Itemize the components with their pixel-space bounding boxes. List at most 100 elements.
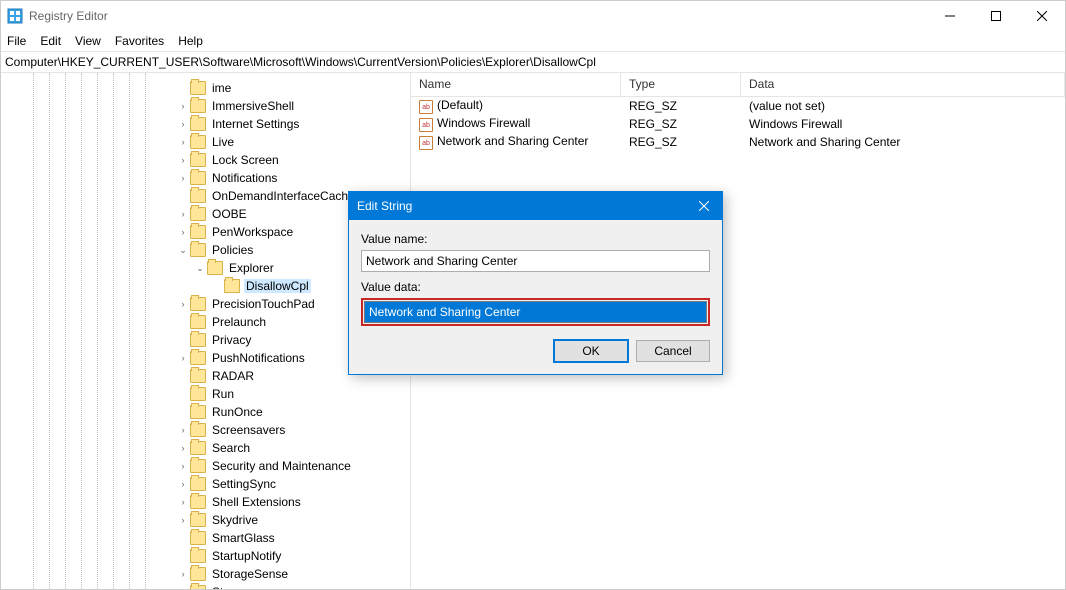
folder-icon (190, 207, 206, 221)
menu-edit[interactable]: Edit (40, 34, 61, 48)
tree-item[interactable]: › Shell Extensions (1, 493, 410, 511)
tree-item-label: Internet Settings (210, 117, 301, 131)
cancel-button[interactable]: Cancel (636, 340, 710, 362)
tree-item[interactable]: StartupNotify (1, 547, 410, 565)
chevron-icon[interactable]: › (176, 425, 190, 435)
value-row[interactable]: abWindows FirewallREG_SZWindows Firewall (411, 115, 1065, 133)
close-button[interactable] (1019, 1, 1065, 31)
tree-item-label: OOBE (210, 207, 249, 221)
tree-item[interactable]: ›SettingSync (1, 475, 410, 493)
minimize-button[interactable] (927, 1, 973, 31)
tree-item-label: PenWorkspace (210, 225, 295, 239)
chevron-icon[interactable]: › (176, 155, 190, 165)
tree-item[interactable]: ›Security and Maintenance (1, 457, 410, 475)
ok-button[interactable]: OK (554, 340, 628, 362)
tree-item-label: OnDemandInterfaceCache (210, 189, 357, 203)
tree-item-label: StorageSense (210, 567, 290, 581)
folder-icon (190, 567, 206, 581)
tree-item[interactable]: › Lock Screen (1, 151, 410, 169)
values-header: Name Type Data (411, 73, 1065, 97)
tree-item-label: Search (210, 441, 252, 455)
chevron-icon[interactable]: ⌄ (176, 245, 190, 256)
chevron-icon[interactable]: › (176, 443, 190, 453)
dialog-close-button[interactable] (686, 192, 722, 220)
tree-item[interactable]: › Internet Settings (1, 115, 410, 133)
tree-item[interactable]: ime (1, 79, 410, 97)
folder-icon (190, 459, 206, 473)
tree-item[interactable]: › ImmersiveShell (1, 97, 410, 115)
chevron-icon[interactable]: › (176, 227, 190, 237)
chevron-icon[interactable]: › (176, 299, 190, 309)
chevron-icon[interactable]: › (176, 461, 190, 471)
tree-item[interactable]: ›Screensavers (1, 421, 410, 439)
tree-item[interactable]: Run (1, 385, 410, 403)
folder-icon (190, 243, 206, 257)
tree-item-label: Shell Extensions (210, 495, 303, 509)
dialog-titlebar[interactable]: Edit String (349, 192, 722, 220)
value-data-label: Value data: (361, 280, 710, 294)
col-name[interactable]: Name (411, 73, 621, 96)
col-data[interactable]: Data (741, 73, 1065, 96)
menu-file[interactable]: File (7, 34, 26, 48)
folder-icon (190, 351, 206, 365)
folder-icon (190, 333, 206, 347)
tree-item[interactable]: ›Store (1, 583, 410, 589)
col-type[interactable]: Type (621, 73, 741, 96)
tree-item[interactable]: › Search (1, 439, 410, 457)
value-row[interactable]: abNetwork and Sharing CenterREG_SZNetwor… (411, 133, 1065, 151)
chevron-icon[interactable]: › (176, 101, 190, 111)
tree-item[interactable]: SmartGlass (1, 529, 410, 547)
chevron-icon[interactable]: › (176, 515, 190, 525)
chevron-icon[interactable]: › (176, 119, 190, 129)
tree-item-label: ImmersiveShell (210, 99, 296, 113)
tree-item[interactable]: › StorageSense (1, 565, 410, 583)
chevron-icon[interactable]: › (176, 569, 190, 579)
menu-favorites[interactable]: Favorites (115, 34, 164, 48)
chevron-icon[interactable]: › (176, 587, 190, 589)
folder-icon (190, 153, 206, 167)
folder-icon (207, 261, 223, 275)
chevron-icon[interactable]: › (176, 137, 190, 147)
chevron-icon[interactable]: › (176, 209, 190, 219)
value-data: (value not set) (741, 99, 1065, 113)
window-title: Registry Editor (29, 9, 108, 23)
folder-icon (190, 441, 206, 455)
value-data-input[interactable] (364, 301, 707, 323)
tree-item[interactable]: › Live (1, 133, 410, 151)
maximize-button[interactable] (973, 1, 1019, 31)
address-input[interactable] (5, 55, 1061, 69)
chevron-icon[interactable]: › (176, 479, 190, 489)
folder-icon (190, 549, 206, 563)
folder-icon (190, 405, 206, 419)
value-name-input[interactable] (361, 250, 710, 272)
chevron-icon[interactable]: ⌄ (193, 263, 207, 274)
menu-help[interactable]: Help (178, 34, 203, 48)
value-data: Windows Firewall (741, 117, 1065, 131)
value-data-highlight (361, 298, 710, 326)
chevron-icon[interactable]: › (176, 353, 190, 363)
tree-item-label: RADAR (210, 369, 256, 383)
folder-icon (190, 81, 206, 95)
string-value-icon: ab (419, 118, 433, 132)
folder-icon (190, 99, 206, 113)
tree-item[interactable]: ›Notifications (1, 169, 410, 187)
tree-item-label: Run (210, 387, 236, 401)
menu-view[interactable]: View (75, 34, 101, 48)
tree-item[interactable]: ›Skydrive (1, 511, 410, 529)
tree-item-label: PushNotifications (210, 351, 307, 365)
chevron-icon[interactable]: › (176, 173, 190, 183)
tree-item[interactable]: RunOnce (1, 403, 410, 421)
tree-item-label: Live (210, 135, 236, 149)
tree-item-label: SmartGlass (210, 531, 277, 545)
tree-item-label: DisallowCpl (244, 279, 311, 293)
tree-item-label: Lock Screen (210, 153, 281, 167)
tree-item-label: StartupNotify (210, 549, 283, 563)
tree-item-label: Prelaunch (210, 315, 268, 329)
folder-icon (190, 297, 206, 311)
tree-item-label: PrecisionTouchPad (210, 297, 317, 311)
value-name: Network and Sharing Center (437, 134, 588, 148)
dialog-title-text: Edit String (357, 199, 412, 213)
chevron-icon[interactable]: › (176, 497, 190, 507)
folder-icon (224, 279, 240, 293)
value-row[interactable]: ab(Default)REG_SZ(value not set) (411, 97, 1065, 115)
